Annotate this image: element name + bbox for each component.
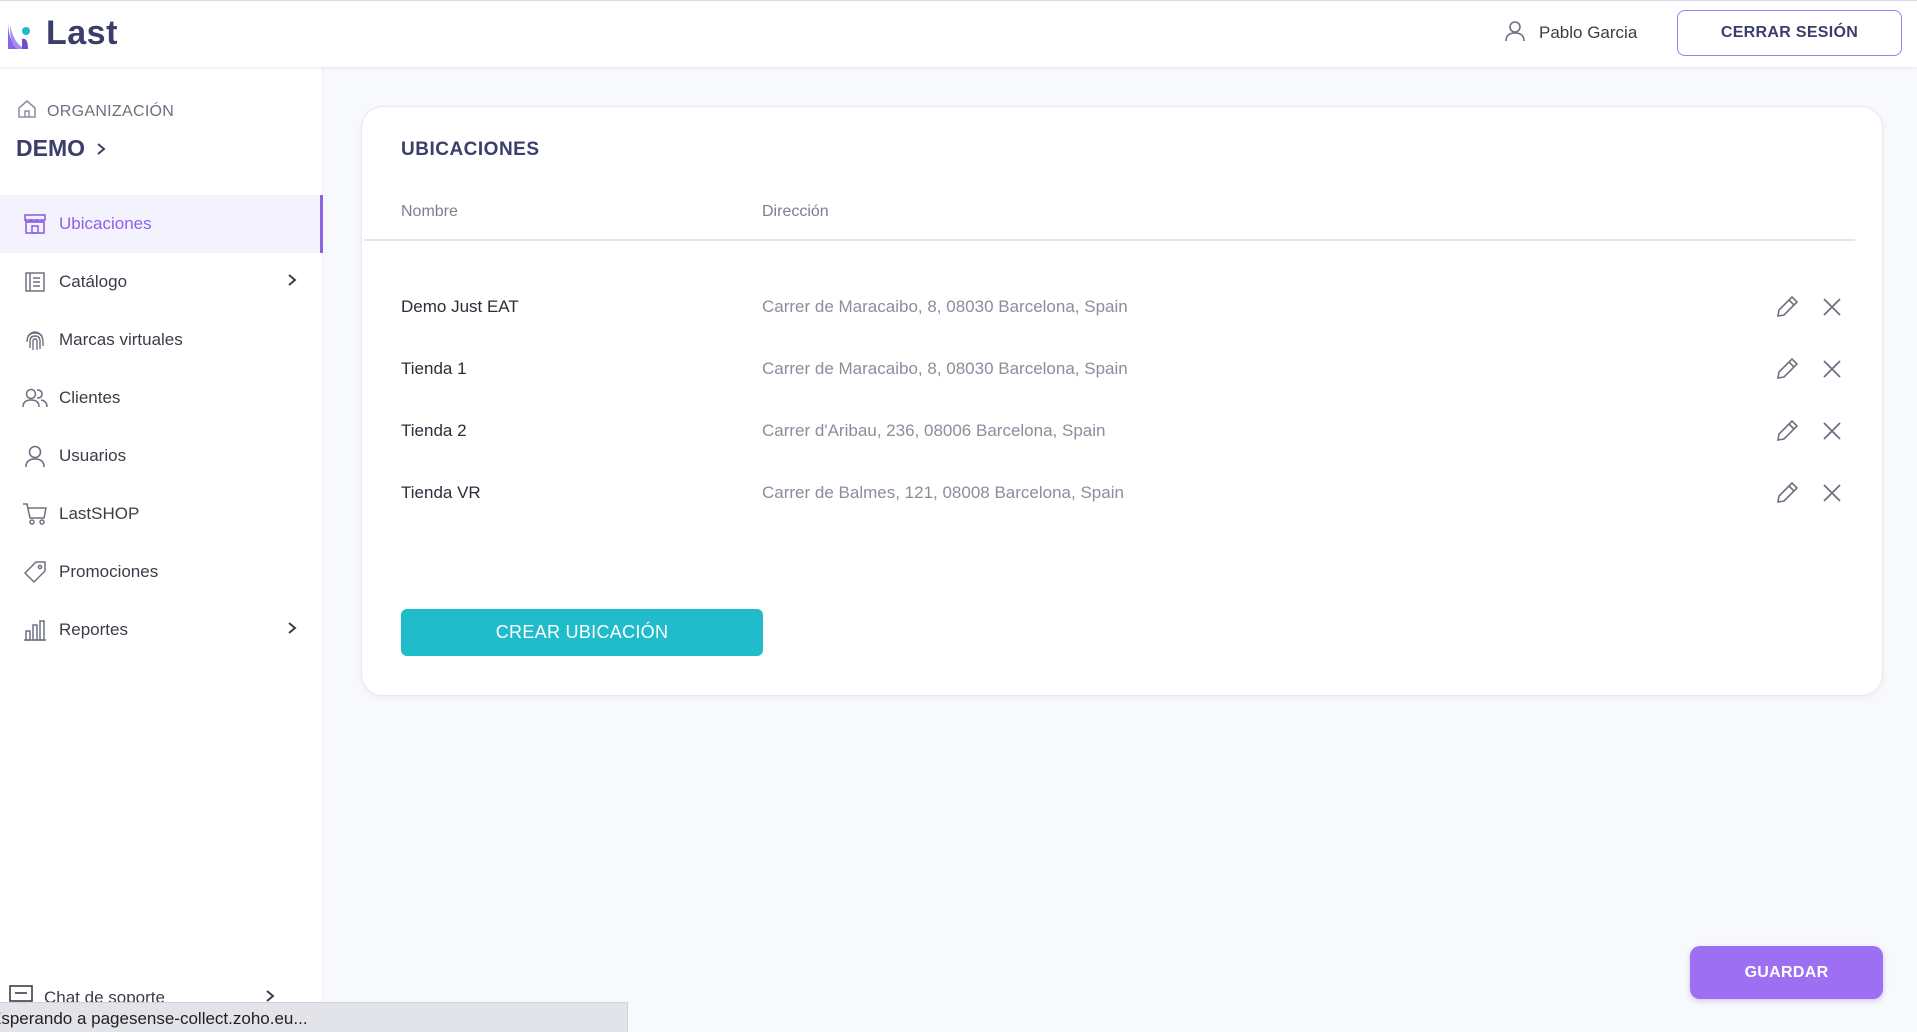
sidebar-item-promociones[interactable]: Promociones	[0, 543, 323, 601]
close-icon[interactable]	[1820, 357, 1844, 381]
user-menu[interactable]: Pablo Garcia	[1503, 18, 1637, 48]
cart-icon	[22, 501, 48, 527]
location-address: Carrer d'Aribau, 236, 08006 Barcelona, S…	[762, 421, 1106, 440]
chevron-right-icon	[287, 272, 297, 292]
user-icon	[1503, 19, 1527, 48]
catalog-icon	[22, 269, 48, 295]
sidebar-item-label: Clientes	[59, 388, 121, 407]
table-header-divider	[364, 239, 1855, 241]
sidebar-item-ubicaciones[interactable]: Ubicaciones	[0, 195, 323, 253]
location-address: Carrer de Maracaibo, 8, 08030 Barcelona,…	[762, 359, 1128, 378]
close-icon[interactable]	[1820, 419, 1844, 443]
sidebar-item-usuarios[interactable]: Usuarios	[0, 427, 323, 485]
organization-label: ORGANIZACIÓN	[17, 99, 174, 124]
sidebar-item-label: Reportes	[59, 620, 128, 639]
create-location-button[interactable]: CREAR UBICACIÓN	[401, 609, 763, 656]
organization-name: DEMO	[16, 135, 85, 161]
sidebar-item-lastshop[interactable]: LastSHOP	[0, 485, 323, 543]
close-icon[interactable]	[1820, 295, 1844, 319]
logout-button[interactable]: CERRAR SESIÓN	[1677, 10, 1902, 56]
save-button[interactable]: GUARDAR	[1690, 946, 1883, 999]
sidebar-item-label: Ubicaciones	[59, 214, 152, 233]
location-address: Carrer de Maracaibo, 8, 08030 Barcelona,…	[762, 297, 1128, 316]
table-row: Tienda 2 Carrer d'Aribau, 236, 08006 Bar…	[362, 411, 1884, 451]
edit-icon[interactable]	[1774, 418, 1800, 444]
bar-chart-icon	[22, 617, 48, 643]
edit-icon[interactable]	[1774, 480, 1800, 506]
browser-status-bar: Esperando a pagesense-collect.zoho.eu...	[0, 1002, 628, 1032]
edit-icon[interactable]	[1774, 294, 1800, 320]
sidebar-item-label: Usuarios	[59, 446, 127, 465]
store-icon	[22, 211, 48, 237]
organization-label-text: ORGANIZACIÓN	[47, 102, 175, 120]
location-address: Carrer de Balmes, 121, 08008 Barcelona, …	[762, 483, 1124, 502]
logo[interactable]: Last	[6, 13, 118, 52]
column-header-name: Nombre	[401, 203, 458, 220]
tag-icon	[22, 559, 48, 585]
location-name: Demo Just EAT	[401, 297, 519, 316]
status-text: Esperando a pagesense-collect.zoho.eu...	[0, 1009, 308, 1028]
page-title: UBICACIONES	[401, 139, 540, 160]
organization-selector[interactable]: DEMO	[16, 135, 107, 162]
logo-text: Last	[46, 13, 118, 52]
table-row: Tienda 1 Carrer de Maracaibo, 8, 08030 B…	[362, 349, 1884, 389]
top-bar: Last Pablo Garcia CERRAR SESIÓN	[0, 0, 1917, 67]
sidebar-item-label: Marcas virtuales	[59, 330, 183, 349]
edit-icon[interactable]	[1774, 356, 1800, 382]
table-row: Demo Just EAT Carrer de Maracaibo, 8, 08…	[362, 287, 1884, 327]
location-name: Tienda 2	[401, 421, 467, 440]
users-icon	[22, 385, 48, 411]
sidebar-item-label: Catálogo	[59, 272, 128, 291]
fingerprint-icon	[22, 327, 48, 353]
sidebar: ORGANIZACIÓN DEMO Ubicaciones Catálogo M…	[0, 67, 323, 1032]
logo-mark-icon	[6, 15, 42, 51]
user-name: Pablo Garcia	[1539, 23, 1638, 42]
location-name: Tienda VR	[401, 483, 481, 502]
home-icon	[17, 99, 37, 124]
sidebar-item-catalogo[interactable]: Catálogo	[0, 253, 323, 311]
sidebar-item-label: LastSHOP	[59, 504, 140, 523]
sidebar-item-clientes[interactable]: Clientes	[0, 369, 323, 427]
user-icon	[22, 443, 48, 469]
sidebar-item-label: Promociones	[59, 562, 159, 581]
sidebar-item-reportes[interactable]: Reportes	[0, 601, 323, 659]
location-name: Tienda 1	[401, 359, 467, 378]
sidebar-item-marcas-virtuales[interactable]: Marcas virtuales	[0, 311, 323, 369]
chevron-right-icon	[287, 620, 297, 640]
locations-card: UBICACIONES Nombre Dirección Demo Just E…	[361, 106, 1883, 696]
column-header-address: Dirección	[762, 203, 829, 220]
sidebar-nav: Ubicaciones Catálogo Marcas virtuales Cl…	[0, 195, 323, 659]
chevron-right-icon	[95, 135, 107, 162]
table-row: Tienda VR Carrer de Balmes, 121, 08008 B…	[362, 473, 1884, 513]
close-icon[interactable]	[1820, 481, 1844, 505]
